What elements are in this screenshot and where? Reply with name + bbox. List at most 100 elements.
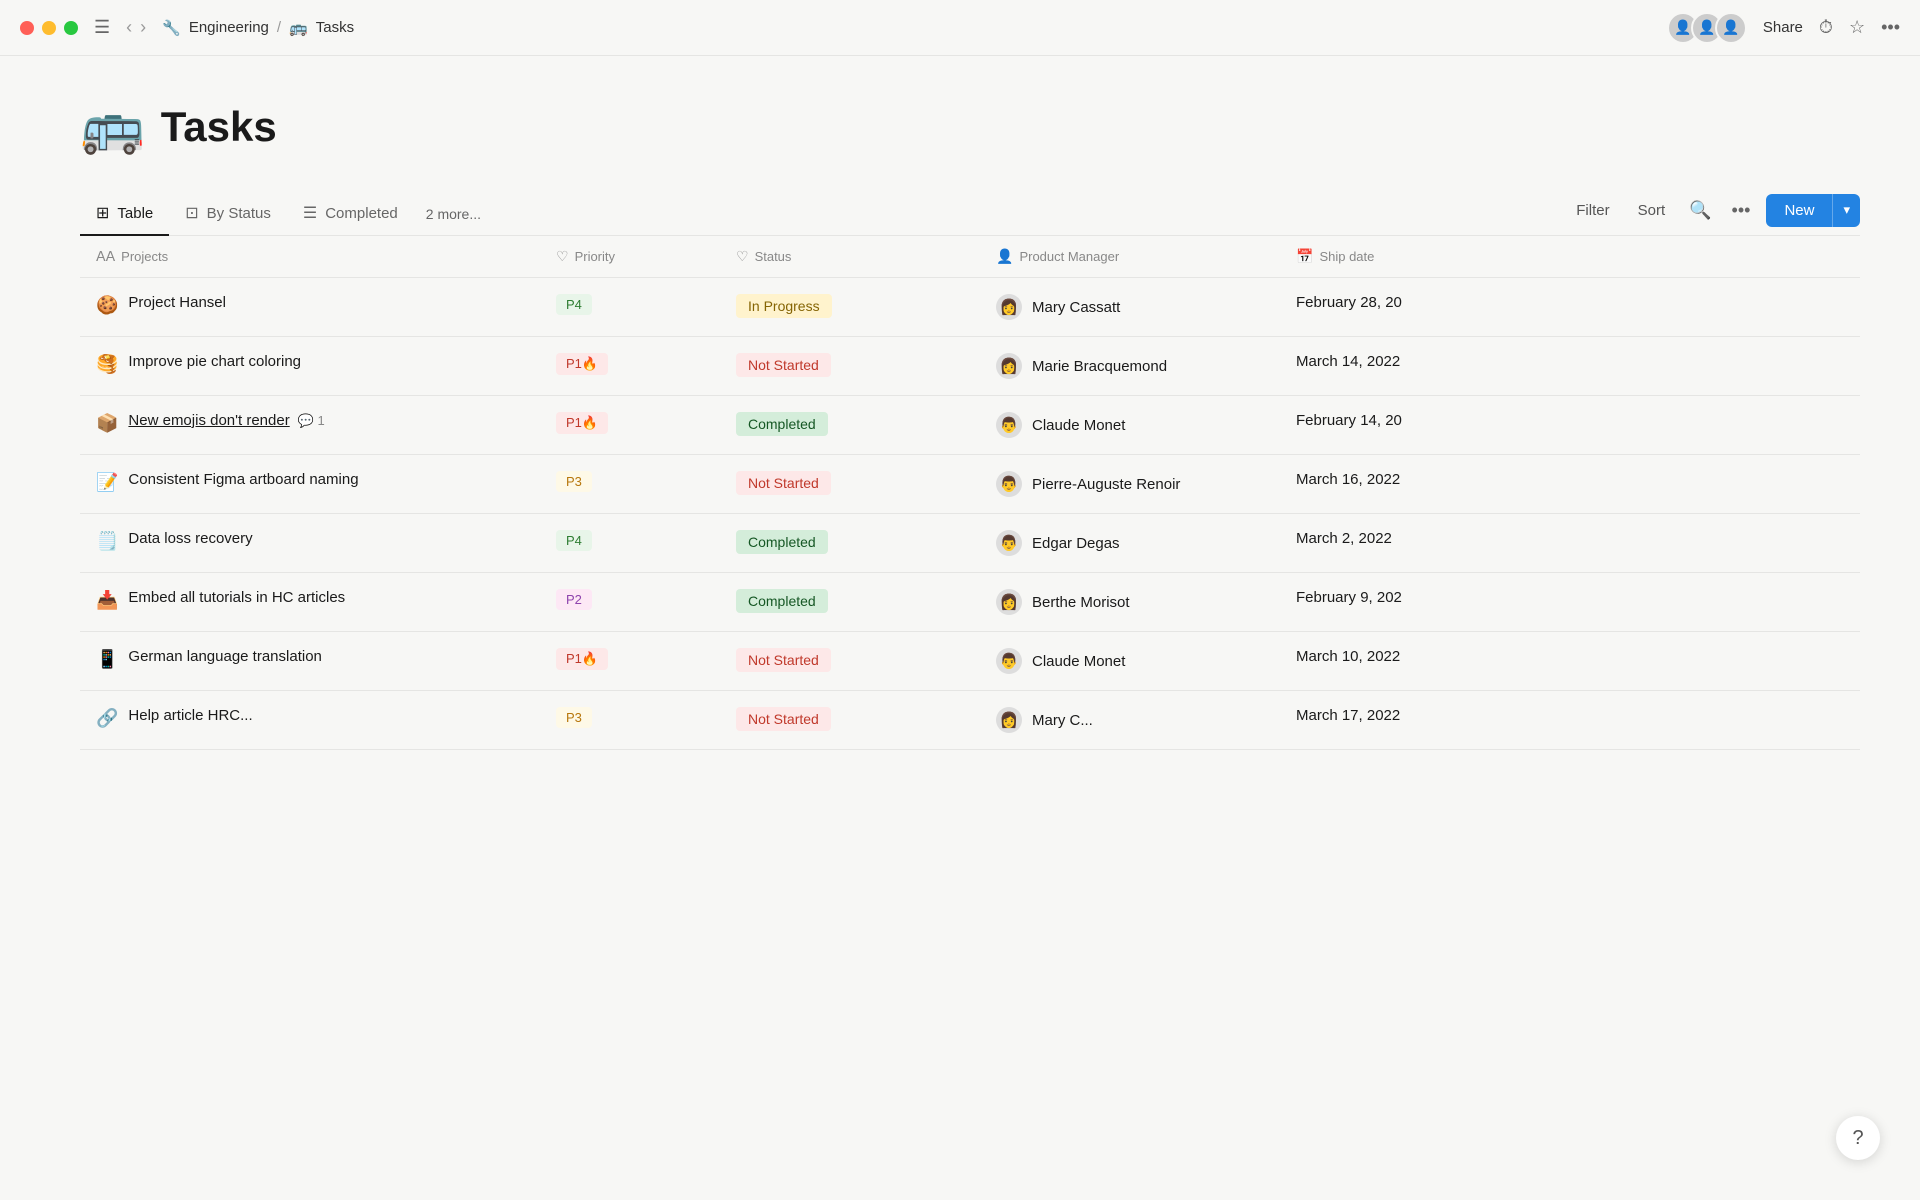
filter-button[interactable]: Filter	[1568, 198, 1617, 223]
col-header-status[interactable]: ♡ Status	[720, 236, 980, 278]
status-badge[interactable]: Not Started	[736, 471, 831, 495]
breadcrumb-page[interactable]: Tasks	[316, 19, 354, 36]
priority-badge[interactable]: P4	[556, 294, 592, 315]
project-cell: 🥞 Improve pie chart coloring	[80, 337, 540, 396]
share-button[interactable]: Share	[1763, 19, 1803, 36]
table-row[interactable]: 🍪 Project Hansel P4 In Progress 👩 Mary C…	[80, 278, 1860, 337]
status-badge[interactable]: Not Started	[736, 707, 831, 731]
page-header: 🚌 Tasks	[80, 96, 1860, 157]
table-row[interactable]: 📱 German language translation P1🔥 Not St…	[80, 632, 1860, 691]
priority-cell: P4	[540, 278, 720, 337]
projects-col-icon: 𝖠𝖠	[96, 248, 115, 265]
new-button-dropdown[interactable]: ▾	[1832, 194, 1860, 227]
tab-by-status[interactable]: ⊡ By Status	[169, 193, 287, 235]
status-col-icon: ♡	[736, 248, 749, 265]
status-badge[interactable]: Completed	[736, 589, 828, 613]
table-row[interactable]: 📦 New emojis don't render💬 1 P1🔥 Complet…	[80, 396, 1860, 455]
priority-badge[interactable]: P3	[556, 471, 592, 492]
search-icon[interactable]: 🔍	[1685, 196, 1715, 225]
ship-date-cell: February 9, 202	[1280, 573, 1860, 632]
priority-badge[interactable]: P3	[556, 707, 592, 728]
project-name[interactable]: New emojis don't render	[128, 412, 289, 429]
project-emoji: 🔗	[96, 708, 118, 729]
ship-date-cell: March 16, 2022	[1280, 455, 1860, 514]
pm-avatar: 👨	[996, 530, 1022, 556]
col-header-ship[interactable]: 📅 Ship date	[1280, 236, 1860, 278]
status-cell: Not Started	[720, 337, 980, 396]
pm-name: Claude Monet	[1032, 417, 1125, 434]
priority-cell: P3	[540, 691, 720, 750]
more-actions-icon[interactable]: •••	[1728, 196, 1755, 225]
sort-button[interactable]: Sort	[1630, 198, 1674, 223]
priority-cell: P2	[540, 573, 720, 632]
status-badge[interactable]: Completed	[736, 412, 828, 436]
priority-badge[interactable]: P1🔥	[556, 412, 608, 434]
priority-col-icon: ♡	[556, 248, 569, 265]
priority-cell: P3	[540, 455, 720, 514]
pm-cell: 👩 Berthe Morisot	[980, 573, 1280, 632]
pm-avatar: 👩	[996, 707, 1022, 733]
status-badge[interactable]: Completed	[736, 530, 828, 554]
hamburger-icon[interactable]: ☰	[94, 17, 110, 38]
project-cell: 🔗 Help article HRC...	[80, 691, 540, 750]
table-container: 𝖠𝖠 Projects ♡ Priority ♡ Status	[80, 236, 1860, 750]
page-emoji: 🚌	[80, 96, 145, 157]
project-name: Consistent Figma artboard naming	[128, 471, 358, 488]
ship-date-cell: February 28, 20	[1280, 278, 1860, 337]
priority-badge[interactable]: P2	[556, 589, 592, 610]
tab-by-status-label: By Status	[207, 205, 271, 222]
avatars-group: 👤 👤 👤	[1667, 12, 1747, 44]
star-icon[interactable]: ☆	[1849, 17, 1865, 38]
ship-date-cell: March 14, 2022	[1280, 337, 1860, 396]
pm-name: Mary Cassatt	[1032, 299, 1120, 316]
table-row[interactable]: 📝 Consistent Figma artboard naming P3 No…	[80, 455, 1860, 514]
tab-table[interactable]: ⊞ Table	[80, 193, 169, 235]
pm-name: Claude Monet	[1032, 653, 1125, 670]
pm-avatar: 👩	[996, 353, 1022, 379]
close-traffic-light[interactable]	[20, 21, 34, 35]
help-button[interactable]: ?	[1836, 1116, 1880, 1160]
col-label-ship: Ship date	[1319, 249, 1374, 264]
nav-arrows: ‹ ›	[126, 17, 146, 38]
col-label-priority: Priority	[575, 249, 615, 264]
completed-icon: ☰	[303, 203, 317, 223]
table-row[interactable]: 🥞 Improve pie chart coloring P1🔥 Not Sta…	[80, 337, 1860, 396]
history-icon[interactable]: ⏱	[1819, 17, 1833, 38]
col-header-pm[interactable]: 👤 Product Manager	[980, 236, 1280, 278]
pm-avatar: 👨	[996, 648, 1022, 674]
tab-completed-label: Completed	[325, 205, 398, 222]
page-icon: 🚌	[289, 19, 308, 37]
status-badge[interactable]: In Progress	[736, 294, 832, 318]
pm-name: Pierre-Auguste Renoir	[1032, 476, 1180, 493]
maximize-traffic-light[interactable]	[64, 21, 78, 35]
traffic-lights	[20, 21, 78, 35]
priority-badge[interactable]: P4	[556, 530, 592, 551]
breadcrumb-workspace[interactable]: Engineering	[189, 19, 269, 36]
more-options-icon[interactable]: •••	[1881, 17, 1900, 38]
pm-cell: 👩 Marie Bracquemond	[980, 337, 1280, 396]
project-emoji: 📱	[96, 649, 118, 670]
minimize-traffic-light[interactable]	[42, 21, 56, 35]
pm-name: Marie Bracquemond	[1032, 358, 1167, 375]
pm-cell: 👨 Claude Monet	[980, 396, 1280, 455]
back-arrow-icon[interactable]: ‹	[126, 17, 132, 38]
tab-completed[interactable]: ☰ Completed	[287, 193, 414, 235]
status-cell: Not Started	[720, 632, 980, 691]
project-cell: 📥 Embed all tutorials in HC articles	[80, 573, 540, 632]
priority-badge[interactable]: P1🔥	[556, 353, 608, 375]
priority-badge[interactable]: P1🔥	[556, 648, 608, 670]
comment-badge: 💬 1	[298, 413, 325, 429]
more-tabs-button[interactable]: 2 more...	[414, 196, 493, 232]
forward-arrow-icon[interactable]: ›	[140, 17, 146, 38]
status-badge[interactable]: Not Started	[736, 353, 831, 377]
pm-avatar: 👩	[996, 294, 1022, 320]
table-row[interactable]: 🔗 Help article HRC... P3 Not Started 👩 M…	[80, 691, 1860, 750]
status-badge[interactable]: Not Started	[736, 648, 831, 672]
breadcrumb-sep: /	[277, 19, 281, 36]
new-button[interactable]: New	[1766, 194, 1832, 227]
project-emoji: 🗒️	[96, 531, 118, 552]
table-row[interactable]: 📥 Embed all tutorials in HC articles P2 …	[80, 573, 1860, 632]
table-row[interactable]: 🗒️ Data loss recovery P4 Completed 👨 Edg…	[80, 514, 1860, 573]
col-header-projects[interactable]: 𝖠𝖠 Projects	[80, 236, 540, 278]
col-header-priority[interactable]: ♡ Priority	[540, 236, 720, 278]
